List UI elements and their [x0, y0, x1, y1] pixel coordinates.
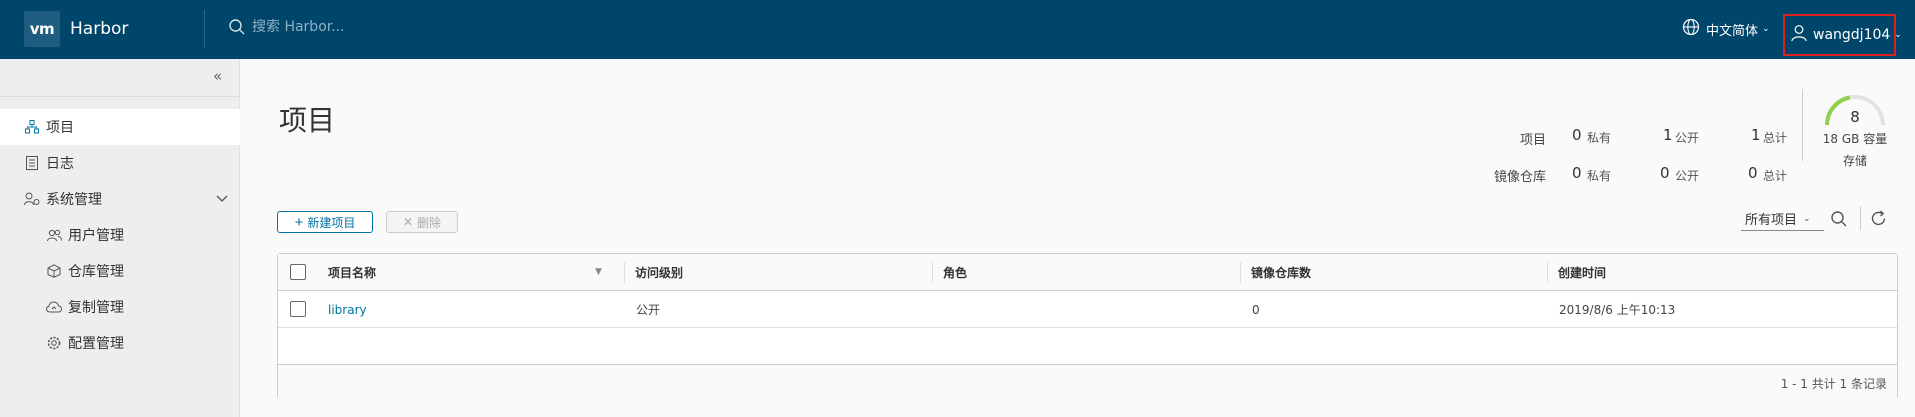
repos-total-count: 0	[1748, 164, 1758, 182]
projects-stat-label: 项目	[1519, 133, 1546, 148]
filter-value: 所有项目	[1745, 213, 1798, 228]
plus-icon: +	[294, 213, 304, 231]
search-icon[interactable]	[1830, 210, 1848, 232]
private-unit: 私有	[1587, 169, 1612, 183]
sidebar-item-projects[interactable]: 项目	[0, 109, 240, 145]
total-unit: 总计	[1763, 131, 1788, 145]
projects-table: 项目名称 ▼ 访问级别 角色 镜像仓库数 创建时间 library 公开 0 2…	[277, 253, 1898, 399]
user-menu[interactable]: wangdj104 ⌄	[1783, 14, 1902, 56]
header-divider	[204, 10, 205, 48]
gear-icon	[46, 335, 62, 351]
public-unit: 公开	[1675, 169, 1700, 183]
project-filter-select[interactable]: 所有项目 ⌄	[1741, 207, 1824, 231]
collapse-sidebar-icon[interactable]: «	[213, 67, 222, 85]
chevron-down-icon	[216, 192, 228, 206]
sidebar-item-label: 配置管理	[68, 336, 124, 352]
project-name-link[interactable]: library	[328, 291, 367, 328]
sidebar-item-label: 项目	[46, 120, 74, 136]
access-level: 公开	[636, 303, 661, 317]
repo-count: 0	[1252, 302, 1260, 317]
column-header-role[interactable]: 角色	[933, 254, 967, 291]
storage-gauge: 8 18 GB 容量 存储	[1820, 92, 1890, 168]
new-project-button[interactable]: + 新建项目	[277, 211, 373, 233]
column-header-name[interactable]: 项目名称	[318, 254, 376, 291]
select-all-checkbox[interactable]	[290, 264, 306, 280]
log-icon	[24, 155, 40, 171]
sidebar-item-label: 日志	[46, 156, 74, 172]
delete-button[interactable]: ✕ 删除	[386, 211, 458, 233]
globe-icon	[1682, 18, 1700, 40]
sidebar-item-label: 复制管理	[68, 300, 124, 316]
app-name: Harbor	[70, 19, 129, 39]
brand[interactable]: vm Harbor	[24, 11, 128, 47]
toolbar-divider	[1860, 206, 1861, 230]
public-unit: 公开	[1675, 131, 1700, 145]
close-icon: ✕	[402, 215, 414, 229]
cloud-sync-icon	[46, 299, 62, 315]
pagination-summary: 1 - 1 共计 1 条记录	[1780, 377, 1887, 391]
row-checkbox[interactable]	[290, 301, 306, 317]
sidebar-item-configuration[interactable]: 配置管理	[0, 325, 240, 361]
language-selector[interactable]: 中文简体 ⌄	[1682, 18, 1770, 40]
sidebar-item-registries[interactable]: 仓库管理	[0, 253, 240, 289]
repos-private-count: 0	[1572, 164, 1582, 182]
delete-label: 删除	[417, 215, 442, 230]
sidebar-divider	[0, 96, 240, 97]
chevron-down-icon: ⌄	[1803, 213, 1811, 224]
page-title: 项目	[279, 104, 336, 137]
column-header-repo-count[interactable]: 镜像仓库数	[1241, 254, 1311, 291]
chevron-down-icon: ⌄	[1894, 30, 1902, 40]
top-header: vm Harbor 中文简体 ⌄ wangdj104 ⌄	[0, 0, 1915, 59]
column-header-access[interactable]: 访问级别	[625, 254, 683, 291]
refresh-icon[interactable]	[1870, 210, 1887, 231]
user-icon	[1791, 24, 1807, 46]
vmware-logo: vm	[24, 11, 60, 47]
storage-capacity: 18 GB 容量	[1822, 132, 1888, 146]
username: wangdj104	[1813, 27, 1891, 43]
projects-private-count: 0	[1572, 126, 1582, 144]
sidebar-item-replications[interactable]: 复制管理	[0, 289, 240, 325]
new-project-label: 新建项目	[307, 215, 356, 230]
sidebar: « 项目 日志 系统管理 用户管理 仓库管理 复制管理 配置管理	[0, 59, 240, 417]
table-footer: 1 - 1 共计 1 条记录	[278, 364, 1897, 399]
stats-divider	[1802, 89, 1803, 161]
total-unit: 总计	[1763, 169, 1788, 183]
users-icon	[46, 227, 62, 243]
sidebar-item-label: 系统管理	[46, 192, 102, 208]
box-icon	[46, 263, 62, 279]
storage-label: 存储	[1842, 154, 1867, 168]
repos-stat-label: 镜像仓库	[1493, 170, 1546, 185]
sidebar-item-label: 用户管理	[68, 228, 124, 244]
table-row[interactable]: library 公开 0 2019/8/6 上午10:13	[278, 291, 1897, 328]
language-label: 中文简体	[1706, 23, 1759, 39]
projects-icon	[24, 119, 40, 135]
private-unit: 私有	[1587, 131, 1612, 145]
sidebar-item-users[interactable]: 用户管理	[0, 217, 240, 253]
repos-public-count: 0	[1660, 164, 1670, 182]
column-header-created[interactable]: 创建时间	[1548, 254, 1606, 291]
search-input[interactable]	[252, 19, 512, 35]
sidebar-item-logs[interactable]: 日志	[0, 145, 240, 181]
sidebar-item-admin[interactable]: 系统管理	[0, 181, 240, 217]
chevron-down-icon: ⌄	[1762, 24, 1770, 34]
storage-value: 8	[1850, 108, 1860, 126]
table-header: 项目名称 ▼ 访问级别 角色 镜像仓库数 创建时间	[278, 254, 1897, 291]
filter-icon[interactable]: ▼	[595, 267, 602, 277]
search-icon	[228, 18, 246, 36]
created-time: 2019/8/6 上午10:13	[1559, 303, 1676, 317]
global-search[interactable]	[228, 18, 512, 36]
sidebar-item-label: 仓库管理	[68, 264, 124, 280]
projects-public-count: 1	[1663, 126, 1673, 144]
admin-icon	[24, 191, 40, 207]
projects-total-count: 1	[1751, 126, 1761, 144]
